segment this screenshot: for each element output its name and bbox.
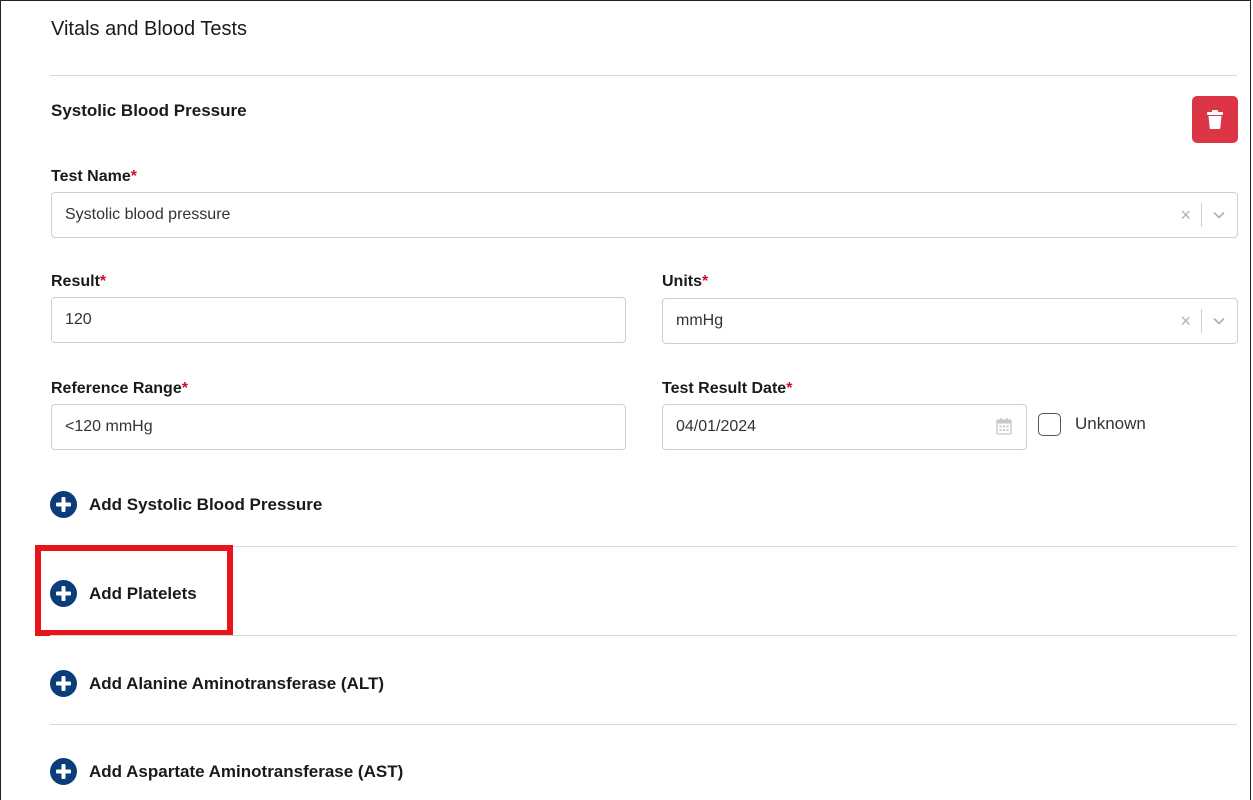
test-name-value: Systolic blood pressure — [65, 206, 231, 223]
unknown-label: Unknown — [1075, 414, 1146, 433]
test-result-date-value: 04/01/2024 — [676, 418, 757, 435]
test-name-select[interactable]: Systolic blood pressure × — [51, 192, 1238, 238]
required-mark: * — [99, 273, 107, 290]
unknown-checkbox[interactable] — [1038, 413, 1061, 436]
plus-circle-icon — [50, 758, 77, 785]
units-select[interactable]: mmHg × — [662, 298, 1238, 344]
highlight-box — [35, 545, 233, 636]
chevron-down-icon[interactable] — [1202, 317, 1237, 325]
reference-range-input[interactable]: <120 mmHg — [51, 404, 626, 450]
divider — [50, 75, 1237, 76]
delete-button[interactable] — [1192, 96, 1238, 143]
section-title: Vitals and Blood Tests — [51, 18, 248, 40]
plus-circle-icon — [50, 491, 77, 518]
chevron-down-icon[interactable] — [1202, 211, 1237, 219]
required-mark: * — [702, 273, 709, 290]
plus-circle-icon — [50, 670, 77, 697]
result-input[interactable]: 120 — [51, 297, 626, 343]
units-label: Units* — [662, 273, 709, 290]
trash-icon — [1207, 110, 1223, 129]
add-systolic-blood-pressure-button[interactable]: Add Systolic Blood Pressure — [50, 491, 322, 518]
required-mark: * — [786, 380, 793, 397]
calendar-icon[interactable] — [996, 417, 1012, 440]
add-alt-button[interactable]: Add Alanine Aminotransferase (ALT) — [50, 670, 384, 697]
result-value: 120 — [65, 311, 92, 328]
required-mark: * — [130, 168, 137, 185]
add-ast-button[interactable]: Add Aspartate Aminotransferase (AST) — [50, 758, 403, 785]
test-name-label: Test Name* — [51, 168, 137, 185]
add-label: Add Aspartate Aminotransferase (AST) — [89, 761, 404, 781]
clear-icon[interactable]: × — [1170, 311, 1201, 332]
units-value: mmHg — [676, 312, 724, 329]
result-label: Result* — [51, 273, 107, 290]
add-label: Add Alanine Aminotransferase (ALT) — [89, 673, 385, 693]
reference-range-label: Reference Range* — [51, 380, 188, 397]
required-mark: * — [181, 380, 188, 397]
clear-icon[interactable]: × — [1170, 205, 1201, 226]
add-label: Add Systolic Blood Pressure — [89, 494, 323, 514]
test-result-date-label: Test Result Date* — [662, 380, 793, 397]
test-result-date-input[interactable]: 04/01/2024 — [662, 404, 1027, 450]
divider — [50, 635, 1237, 636]
divider — [50, 724, 1237, 725]
test-block-title: Systolic Blood Pressure — [51, 101, 247, 120]
reference-range-value: <120 mmHg — [65, 418, 153, 435]
